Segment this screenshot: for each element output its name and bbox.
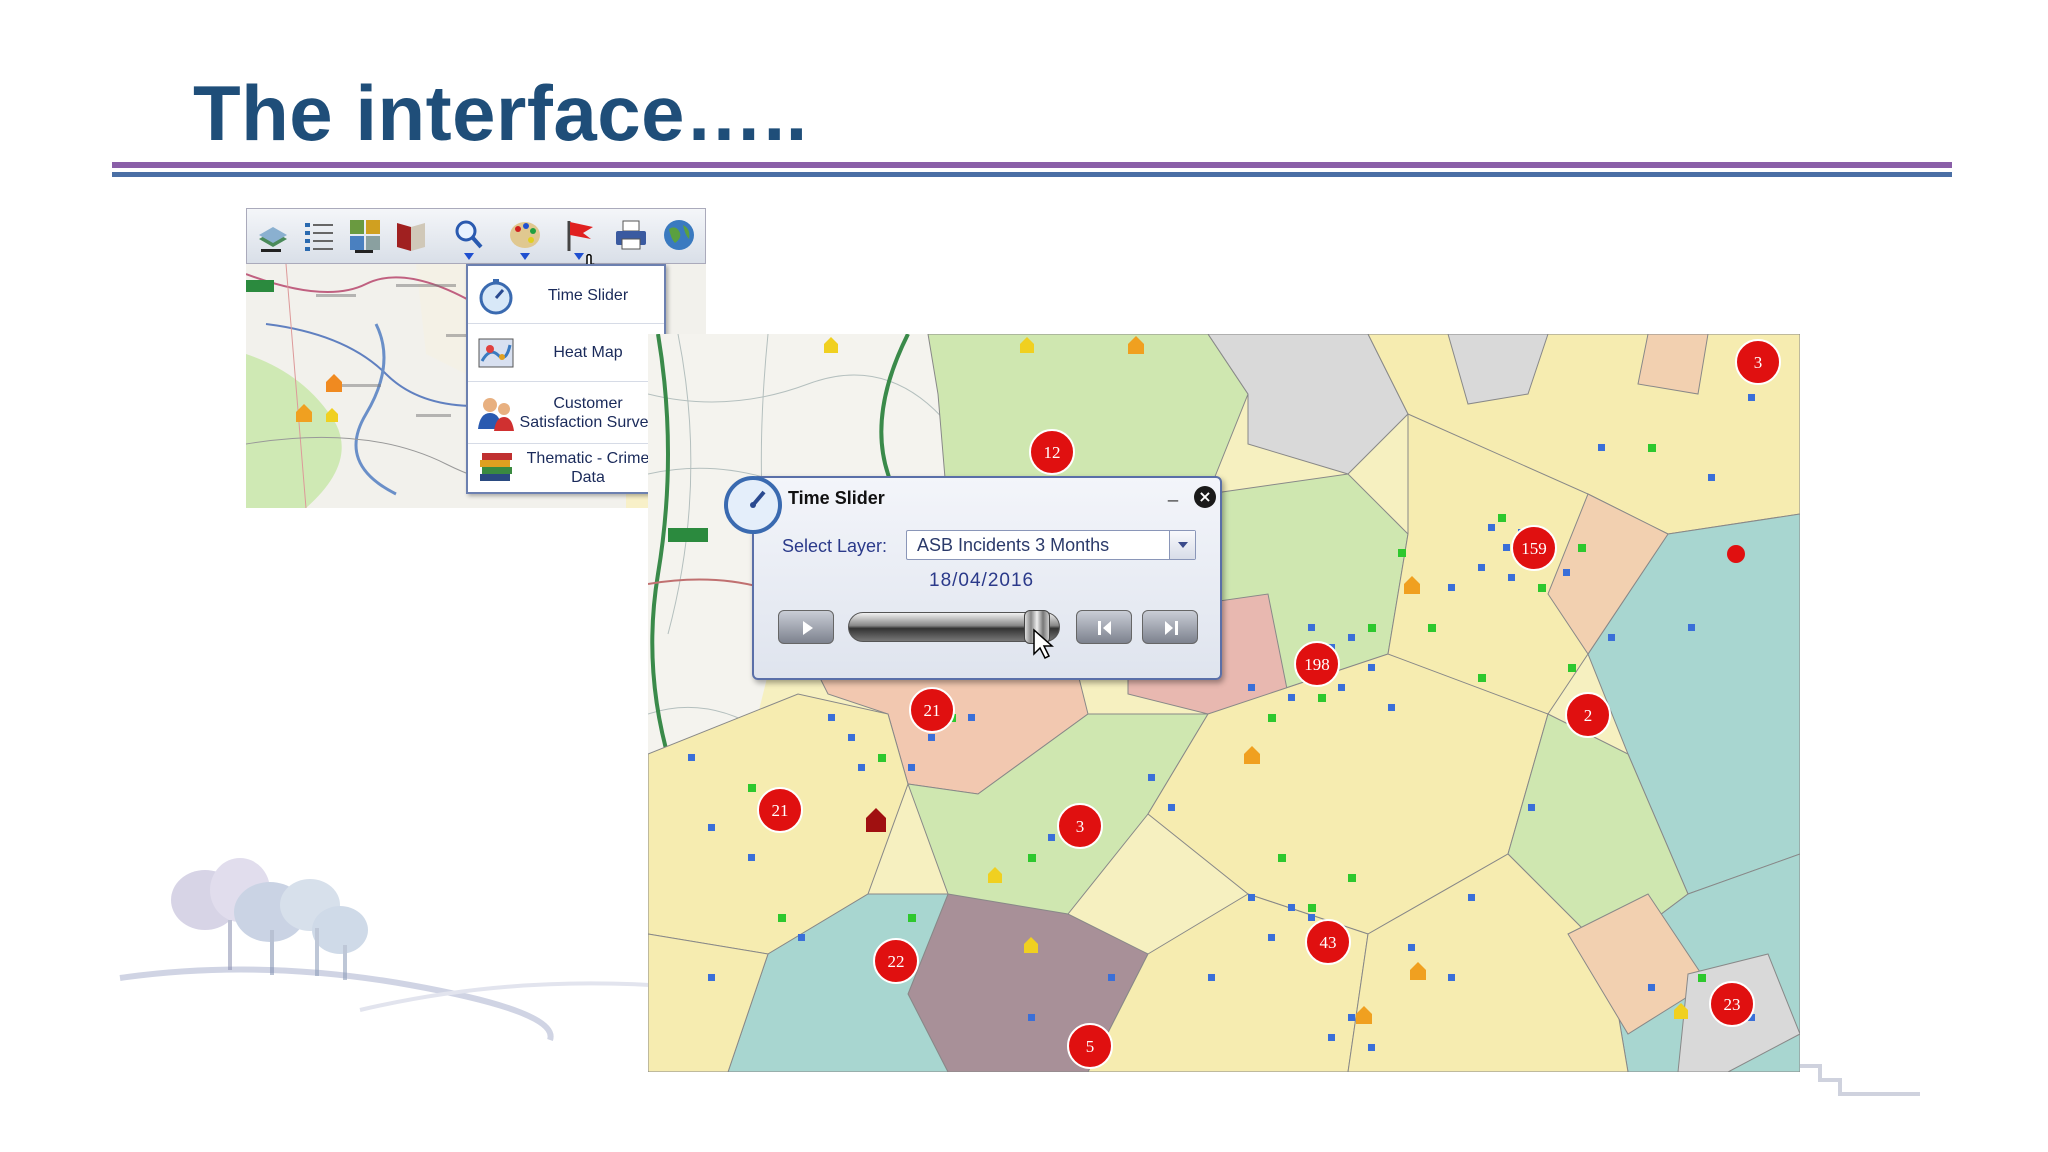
menu-item-thematic-crime-data[interactable]: Thematic - Crime Data xyxy=(468,444,664,492)
book-icon[interactable] xyxy=(393,217,429,253)
step-back-button[interactable] xyxy=(1076,610,1132,644)
dialog-title: Time Slider xyxy=(788,488,885,508)
cluster-count: 2 xyxy=(1584,706,1593,725)
menu-item-label: Thematic - Crime Data xyxy=(526,450,650,486)
time-slider-dialog: Time Slider _ × Select Layer: ASB Incide… xyxy=(724,476,1222,680)
time-slider-track[interactable] xyxy=(848,610,1060,644)
menu-item-label: Time Slider xyxy=(547,287,629,304)
current-date: 18/04/2016 xyxy=(929,570,1035,591)
main-toolbar xyxy=(246,208,706,264)
title-rule-purple xyxy=(112,162,1952,168)
chevron-down-icon[interactable] xyxy=(1169,531,1195,559)
cluster-count: 21 xyxy=(924,701,941,720)
play-button[interactable] xyxy=(778,610,834,644)
palette-icon[interactable] xyxy=(507,217,543,253)
menu-item-heat-map[interactable]: Heat Map xyxy=(468,324,664,382)
layers-icon[interactable] xyxy=(255,217,291,253)
stacked-layers-icon xyxy=(480,453,512,481)
cluster-count: 21 xyxy=(772,801,789,820)
layer-select[interactable]: ASB Incidents 3 Months xyxy=(906,530,1196,560)
menu-item-time-slider[interactable]: Time Slider xyxy=(468,268,664,324)
search-dropdown-caret[interactable] xyxy=(464,253,474,260)
cluster-count: 3 xyxy=(1076,817,1085,836)
stopwatch-icon xyxy=(724,476,782,534)
menu-item-customer-satisfaction-survey[interactable]: Customer Satisfaction Survey xyxy=(468,382,664,444)
cluster-count: 198 xyxy=(1304,655,1330,674)
legend-list-icon[interactable] xyxy=(301,217,337,253)
cluster-count: 5 xyxy=(1086,1037,1095,1056)
slide: The interface….. Time Slider Heat Map Cu… xyxy=(0,0,2048,1152)
map-screenshot: 12 3 159 198 2 21 21 3 43 22 5 23 xyxy=(648,334,1800,1072)
palette-dropdown-caret[interactable] xyxy=(520,253,530,260)
people-icon xyxy=(478,397,514,431)
arrow-cursor-icon xyxy=(1033,628,1054,660)
minimize-button[interactable]: _ xyxy=(1168,482,1178,503)
analysis-dropdown-menu: Time Slider Heat Map Customer Satisfacti… xyxy=(466,264,666,494)
play-icon xyxy=(803,621,813,635)
cluster-count: 3 xyxy=(1754,353,1763,372)
heat-map-icon xyxy=(478,338,514,367)
crime-map: 12 3 159 198 2 21 21 3 43 22 5 23 xyxy=(648,334,1800,1072)
cluster-count: 159 xyxy=(1521,539,1547,558)
slide-title: The interface….. xyxy=(193,69,808,157)
title-rule-blue xyxy=(112,172,1952,177)
decorative-trees-graphic xyxy=(119,858,710,1042)
flag-icon[interactable] xyxy=(561,217,597,253)
cluster-count: 22 xyxy=(888,952,905,971)
step-forward-button[interactable] xyxy=(1142,610,1198,644)
cluster-count: 43 xyxy=(1320,933,1337,952)
select-layer-label: Select Layer: xyxy=(782,536,888,556)
menu-item-label: Customer Satisfaction Survey xyxy=(519,394,657,431)
search-icon[interactable] xyxy=(451,217,487,253)
layer-select-value: ASB Incidents 3 Months xyxy=(917,535,1110,555)
menu-item-label: Heat Map xyxy=(553,344,623,361)
step-back-icon xyxy=(1098,621,1111,635)
printer-icon[interactable] xyxy=(613,217,649,253)
cluster-count: 23 xyxy=(1724,995,1741,1014)
grid-tiles-icon[interactable] xyxy=(347,217,383,253)
stopwatch-icon xyxy=(479,278,513,314)
globe-icon[interactable] xyxy=(661,217,697,253)
close-button[interactable]: × xyxy=(1194,486,1216,508)
step-forward-icon xyxy=(1165,621,1178,635)
cluster-count: 12 xyxy=(1044,443,1061,462)
